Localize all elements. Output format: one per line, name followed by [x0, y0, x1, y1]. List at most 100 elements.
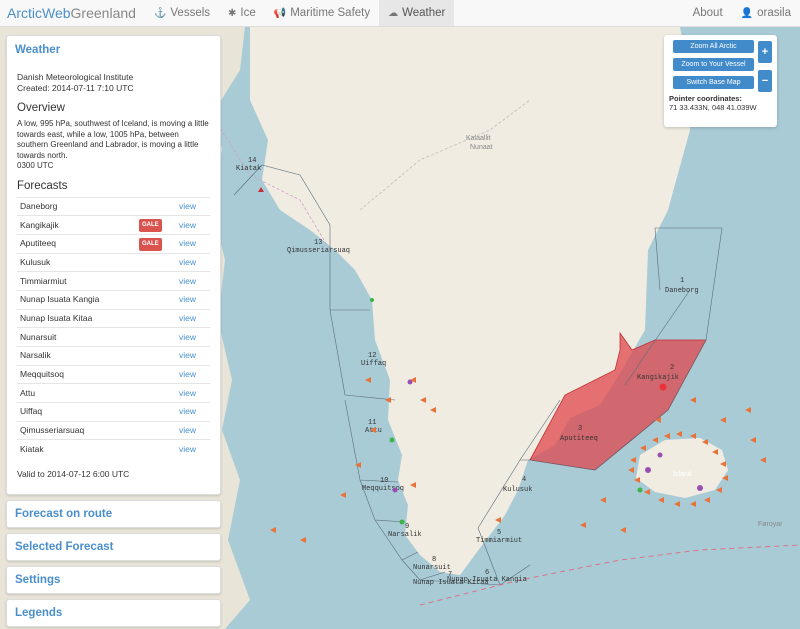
- forecast-row: Daneborg view: [17, 196, 210, 216]
- brand-logo[interactable]: ArcticWeb Greenland: [0, 0, 145, 26]
- nav-vessels-label: Vessels: [170, 7, 211, 19]
- region-num-label: 11: [368, 419, 376, 427]
- settings-panel[interactable]: Settings: [6, 566, 221, 594]
- region-name-label: Nunarsuit: [413, 564, 451, 572]
- region-num-label: 13: [314, 239, 322, 247]
- forecast-area-name: Qimusseriarsuaq: [17, 420, 136, 440]
- overview-time: 0300 UTC: [17, 161, 54, 170]
- nav-user-label: orasila: [757, 7, 791, 19]
- zoom-out-button[interactable]: −: [758, 70, 772, 92]
- forecast-badge-cell: [136, 252, 176, 272]
- nav-weather[interactable]: ☁ Weather: [379, 0, 455, 26]
- forecast-area-name: Attu: [17, 383, 136, 403]
- forecast-badge-cell: GALE: [136, 215, 176, 235]
- zoom-in-button[interactable]: +: [758, 41, 772, 63]
- region-name-label: Daneborg: [665, 287, 699, 295]
- forecast-badge-cell: [136, 308, 176, 328]
- forecast-row: Qimusseriarsuaq view: [17, 420, 210, 440]
- forecast-area-name: Narsalik: [17, 346, 136, 366]
- forecast-view-link[interactable]: view: [176, 215, 210, 235]
- forecast-view-link[interactable]: view: [176, 327, 210, 347]
- region-num-label: 10: [380, 477, 388, 485]
- top-navbar: ArcticWeb Greenland ⚓ Vessels ✱ Ice 📢 Mar…: [0, 0, 800, 27]
- forecast-badge-cell: [136, 364, 176, 384]
- region-num-label: 4: [522, 476, 526, 484]
- nav-vessels[interactable]: ⚓ Vessels: [145, 0, 219, 26]
- nav-maritime-safety[interactable]: 📢 Maritime Safety: [265, 0, 379, 26]
- forecast-view-link[interactable]: view: [176, 252, 210, 272]
- forecasts-table: Daneborg view Kangikajik GALE view Aputiteeq G…: [17, 196, 210, 459]
- forecast-view-link[interactable]: view: [176, 402, 210, 422]
- zoom-to-vessel-button[interactable]: Zoom to Your Vessel: [673, 58, 754, 71]
- forecast-on-route-panel[interactable]: Forecast on route: [6, 500, 221, 528]
- zoom-all-arctic-button[interactable]: Zoom All Arctic: [673, 40, 754, 53]
- forecast-row: Kulusuk view: [17, 252, 210, 272]
- overview-heading: Overview: [17, 102, 65, 114]
- region-name-label: Kulusuk: [503, 486, 532, 494]
- forecast-view-link[interactable]: view: [176, 233, 210, 254]
- forecast-view-link[interactable]: view: [176, 346, 210, 366]
- legends-panel[interactable]: Legends: [6, 599, 221, 627]
- forecast-badge-cell: [136, 196, 176, 216]
- forecast-area-name: Aputiteeq: [17, 233, 136, 254]
- place-label: Nunaat: [470, 144, 493, 151]
- forecast-row: Meqquitsoq view: [17, 364, 210, 384]
- settings-title[interactable]: Settings: [7, 567, 220, 593]
- sidebar: Weather Danish Meteorological Institute …: [6, 35, 221, 629]
- snowflake-icon: ✱: [228, 7, 237, 19]
- forecast-area-name: Nunap Isuata Kangia: [17, 289, 136, 310]
- forecast-row: Aputiteeq GALE view: [17, 233, 210, 254]
- nav-ice[interactable]: ✱ Ice: [219, 0, 265, 26]
- region-num-label: 12: [368, 352, 376, 360]
- legends-title[interactable]: Legends: [7, 600, 220, 626]
- place-label: Kalaallit: [466, 135, 491, 142]
- pointer-coordinates-value: 71 33.433N, 048 41.039W: [669, 103, 757, 112]
- region-name-label: Qimusseriarsuaq: [287, 247, 350, 255]
- forecasts-heading: Forecasts: [17, 179, 68, 192]
- nav-about-label: About: [692, 7, 723, 19]
- forecast-area-name: Meqquitsoq: [17, 364, 136, 384]
- selected-forecast-title[interactable]: Selected Forecast: [7, 534, 220, 560]
- region-name-label: Kangikajik: [637, 374, 679, 382]
- forecast-row: Uiffaq view: [17, 402, 210, 422]
- forecast-row: Nunap Isuata Kitaa view: [17, 308, 210, 328]
- region-name-label: Narsalik: [388, 531, 422, 539]
- selected-forecast-panel[interactable]: Selected Forecast: [6, 533, 221, 561]
- forecast-badge-cell: [136, 439, 176, 459]
- forecast-badge-cell: [136, 420, 176, 440]
- forecast-badge-cell: [136, 402, 176, 422]
- forecast-badge-cell: GALE: [136, 233, 176, 254]
- forecast-on-route-title[interactable]: Forecast on route: [7, 501, 220, 527]
- forecast-view-link[interactable]: view: [176, 271, 210, 291]
- forecast-badge-cell: [136, 383, 176, 403]
- valid-to-text: Valid to 2014-07-12 6:00 UTC: [17, 468, 130, 479]
- forecast-badge-cell: [136, 327, 176, 347]
- region-name-label: Kiatak: [236, 165, 261, 173]
- region-name-label: Uiffaq: [361, 360, 386, 368]
- forecast-row: Timmiarmiut view: [17, 271, 210, 291]
- region-num-label: 3: [578, 425, 582, 433]
- forecast-view-link[interactable]: view: [176, 196, 210, 216]
- forecast-row: Nunap Isuata Kangia view: [17, 289, 210, 310]
- forecast-area-name: Uiffaq: [17, 402, 136, 422]
- region-name-label: Meqquitsoq: [362, 485, 404, 493]
- weather-panel-title[interactable]: Weather: [7, 36, 220, 72]
- brand-sub: Greenland: [70, 5, 136, 21]
- forecast-view-link[interactable]: view: [176, 439, 210, 459]
- forecast-badge-cell: [136, 346, 176, 366]
- forecast-area-name: Kangikajik: [17, 215, 136, 235]
- gale-badge: GALE: [139, 219, 162, 233]
- forecast-area-name: Kiatak: [17, 439, 136, 459]
- forecast-view-link[interactable]: view: [176, 383, 210, 403]
- gale-badge: GALE: [139, 237, 162, 251]
- forecast-row: Attu view: [17, 383, 210, 403]
- forecast-view-link[interactable]: view: [176, 420, 210, 440]
- switch-base-map-button[interactable]: Switch Base Map: [673, 76, 754, 89]
- nav-weather-label: Weather: [402, 7, 446, 19]
- nav-user[interactable]: 👤 orasila: [732, 0, 800, 26]
- forecast-view-link[interactable]: view: [176, 308, 210, 328]
- forecast-view-link[interactable]: view: [176, 289, 210, 310]
- forecast-view-link[interactable]: view: [176, 364, 210, 384]
- pointer-coordinates-label: Pointer coordinates:: [669, 94, 742, 103]
- nav-about[interactable]: About: [684, 0, 732, 26]
